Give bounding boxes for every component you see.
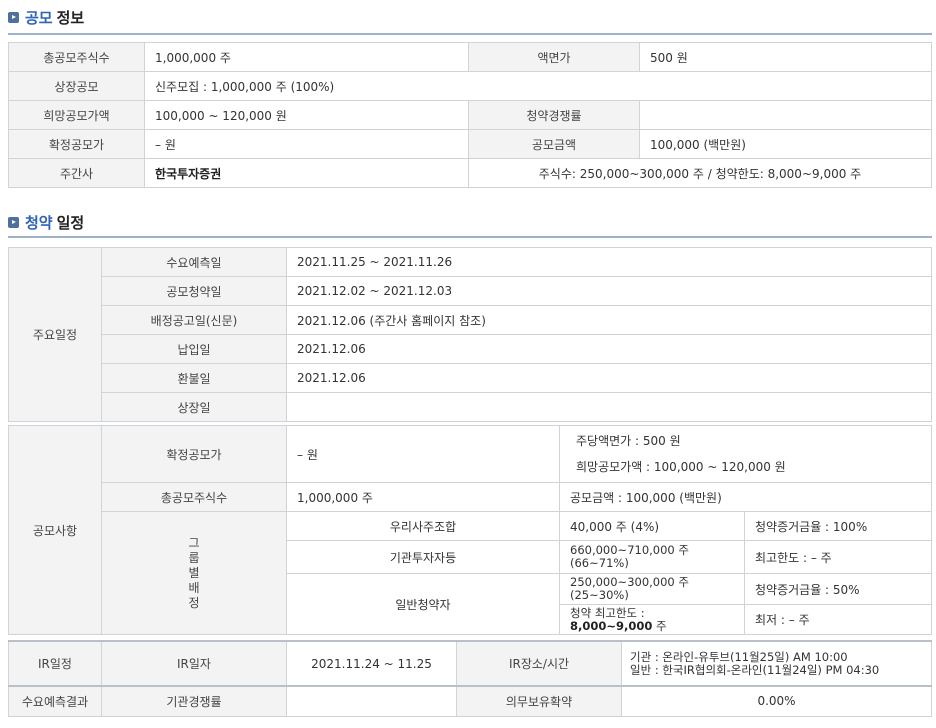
value-cell: 100,000 ~ 120,000 원 bbox=[144, 100, 469, 130]
limit-unit: 주 bbox=[656, 618, 667, 633]
group-name: 기관투자자등 bbox=[286, 540, 560, 574]
table-row: 주요일정 수요예측일 2021.11.25 ~ 2021.11.26 bbox=[8, 247, 932, 422]
value-cell: 100,000 (백만원) bbox=[639, 129, 932, 159]
table-row: 수요예측결과 기관경쟁률 의무보유확약 0.00% bbox=[8, 685, 932, 717]
label-cell: 수요예측일 bbox=[101, 247, 287, 277]
table-row: 상장공모 신주모집 : 1,000,000 주 (100%) bbox=[8, 71, 932, 101]
label-cell: 확정공모가 bbox=[101, 425, 287, 483]
table-row: IR일정 IR일자 2021.11.24 ~ 11.25 IR장소/시간 기관 … bbox=[8, 640, 932, 687]
group-shares: 40,000 주 (4%) bbox=[559, 511, 745, 541]
label-cell: 총공모주식수 bbox=[8, 42, 145, 72]
label-cell: 액면가 bbox=[468, 42, 640, 72]
limit-cell: 청약 최고한도 : 8,000~9,000 주 bbox=[559, 604, 745, 635]
table-row: 납입일 2021.12.06 bbox=[9, 334, 932, 364]
lockup-value: 0.00% bbox=[621, 685, 932, 717]
ir-place-cell: 기관 : 온라인-유투브(11월25일) AM 10:00 일반 : 한국IR협… bbox=[621, 640, 932, 687]
label-cell: 상장공모 bbox=[8, 71, 145, 101]
label-cell: 상장일 bbox=[101, 392, 287, 422]
underwriter-name: 한국투자증권 bbox=[144, 158, 469, 188]
value-cell: 2021.11.25 ~ 2021.11.26 bbox=[286, 247, 932, 277]
ir-date: 2021.11.24 ~ 11.25 bbox=[286, 640, 457, 687]
inst-comp-label: 기관경쟁률 bbox=[101, 685, 287, 717]
value-cell: 신주모집 : 1,000,000 주 (100%) bbox=[144, 71, 932, 101]
section-title-rest: 일정 bbox=[56, 214, 85, 232]
label-cell: 공모청약일 bbox=[101, 276, 287, 306]
hope-text: 희망공모가액 : 100,000 ~ 120,000 원 bbox=[576, 460, 786, 474]
amount-text: 공모금액 : 100,000 (백만원) bbox=[559, 482, 932, 512]
table-row: 총공모주식수 1,000,000 주 액면가 500 원 bbox=[8, 42, 932, 72]
group-shares: 660,000~710,000 주 (66~71%) bbox=[559, 540, 745, 574]
underwriter-detail: 주식수: 250,000~300,000 주 / 청약한도: 8,000~9,0… bbox=[468, 158, 932, 188]
ir-date-label: IR일자 bbox=[101, 640, 287, 687]
value-cell bbox=[286, 392, 932, 422]
offering-info-table: 총공모주식수 1,000,000 주 액면가 500 원 상장공모 신주모집 :… bbox=[8, 42, 932, 188]
section-title-accent: 청약 bbox=[25, 214, 53, 232]
offering-detail-table: 공모사항 확정공모가 – 원 주당액면가 : 500 원 희망공모가액 : 10… bbox=[8, 425, 932, 635]
section-title-rest: 정보 bbox=[56, 9, 85, 27]
demand-label: 수요예측결과 bbox=[8, 685, 102, 717]
section-title-accent: 공모 bbox=[25, 9, 53, 27]
table-row: 주간사 한국투자증권 주식수: 250,000~300,000 주 / 청약한도… bbox=[8, 158, 932, 188]
table-row: 희망공모가액 100,000 ~ 120,000 원 청약경쟁률 bbox=[8, 100, 932, 130]
main-schedule-label: 주요일정 bbox=[8, 247, 102, 422]
label-cell: 총공모주식수 bbox=[101, 482, 287, 512]
table-row: 상장일 bbox=[9, 392, 932, 422]
table-row: 총공모주식수 1,000,000 주 공모금액 : 100,000 (백만원) bbox=[9, 482, 932, 512]
value-cell: – 원 bbox=[286, 425, 560, 483]
value-cell: 1,000,000 주 bbox=[144, 42, 469, 72]
value-cell: 2021.12.06 bbox=[286, 334, 932, 364]
lockup-label: 의무보유확약 bbox=[456, 685, 622, 717]
ir-place-line: 기관 : 온라인-유투브(11월25일) AM 10:00 bbox=[630, 649, 848, 664]
group-shares: 250,000~300,000 주 (25~30%) bbox=[559, 573, 745, 605]
group-note: 최저 : – 주 bbox=[744, 604, 932, 635]
bullet-arrow-icon bbox=[8, 12, 19, 23]
label-cell: 주간사 bbox=[8, 158, 145, 188]
label-cell: 납입일 bbox=[101, 334, 287, 364]
limit-value: 8,000~9,000 bbox=[570, 618, 653, 633]
section-divider bbox=[8, 236, 932, 238]
value-cell: – 원 bbox=[144, 129, 469, 159]
label-cell: 환불일 bbox=[101, 363, 287, 393]
section-header-offering: 공모 정보 bbox=[8, 7, 84, 28]
label-cell: 청약경쟁률 bbox=[468, 100, 640, 130]
par-text: 주당액면가 : 500 원 bbox=[576, 434, 681, 448]
group-name: 우리사주조합 bbox=[286, 511, 560, 541]
ir-place-label: IR장소/시간 bbox=[456, 640, 622, 687]
offering-label: 공모사항 bbox=[8, 425, 102, 635]
label-cell: 확정공모가 bbox=[8, 129, 145, 159]
bullet-arrow-icon bbox=[8, 217, 19, 228]
section-header-schedule: 청약 일정 bbox=[8, 212, 84, 233]
group-name: 일반청약자 bbox=[286, 573, 560, 635]
group-note: 청약증거금율 : 50% bbox=[744, 573, 932, 605]
table-row: 환불일 2021.12.06 bbox=[9, 363, 932, 393]
value-cell: 2021.12.02 ~ 2021.12.03 bbox=[286, 276, 932, 306]
section-divider bbox=[8, 33, 932, 35]
group-label: 그룹별배정 bbox=[188, 535, 200, 610]
table-row: 공모사항 확정공모가 – 원 주당액면가 : 500 원 희망공모가액 : 10… bbox=[8, 425, 932, 635]
group-note: 청약증거금율 : 100% bbox=[744, 511, 932, 541]
value-cell: 2021.12.06 (주간사 홈페이지 참조) bbox=[286, 305, 932, 335]
label-cell: 배정공고일(신문) bbox=[101, 305, 287, 335]
par-hope-cell: 주당액면가 : 500 원 희망공모가액 : 100,000 ~ 120,000… bbox=[559, 425, 932, 483]
table-row: 확정공모가 – 원 공모금액 100,000 (백만원) bbox=[8, 129, 932, 159]
main-schedule-table: 주요일정 수요예측일 2021.11.25 ~ 2021.11.26 공모청약일… bbox=[8, 247, 932, 422]
ir-table: IR일정 IR일자 2021.11.24 ~ 11.25 IR장소/시간 기관 … bbox=[8, 640, 932, 717]
value-cell: 1,000,000 주 bbox=[286, 482, 560, 512]
group-label-cell: 그룹별배정 bbox=[101, 511, 287, 635]
table-row: 배정공고일(신문) 2021.12.06 (주간사 홈페이지 참조) bbox=[9, 305, 932, 335]
ir-place-line: 일반 : 한국IR협의회-온라인(11월24일) PM 04:30 bbox=[630, 662, 880, 677]
ir-label: IR일정 bbox=[8, 640, 102, 687]
label-cell: 희망공모가액 bbox=[8, 100, 145, 130]
inst-comp bbox=[286, 685, 457, 717]
value-cell bbox=[639, 100, 932, 130]
table-row: 그룹별배정 우리사주조합 40,000 주 (4%) 청약증거금율 : 100% bbox=[9, 511, 932, 635]
label-cell: 공모금액 bbox=[468, 129, 640, 159]
group-note: 최고한도 : – 주 bbox=[744, 540, 932, 574]
table-row: 공모청약일 2021.12.02 ~ 2021.12.03 bbox=[9, 276, 932, 306]
value-cell: 2021.12.06 bbox=[286, 363, 932, 393]
value-cell: 500 원 bbox=[639, 42, 932, 72]
